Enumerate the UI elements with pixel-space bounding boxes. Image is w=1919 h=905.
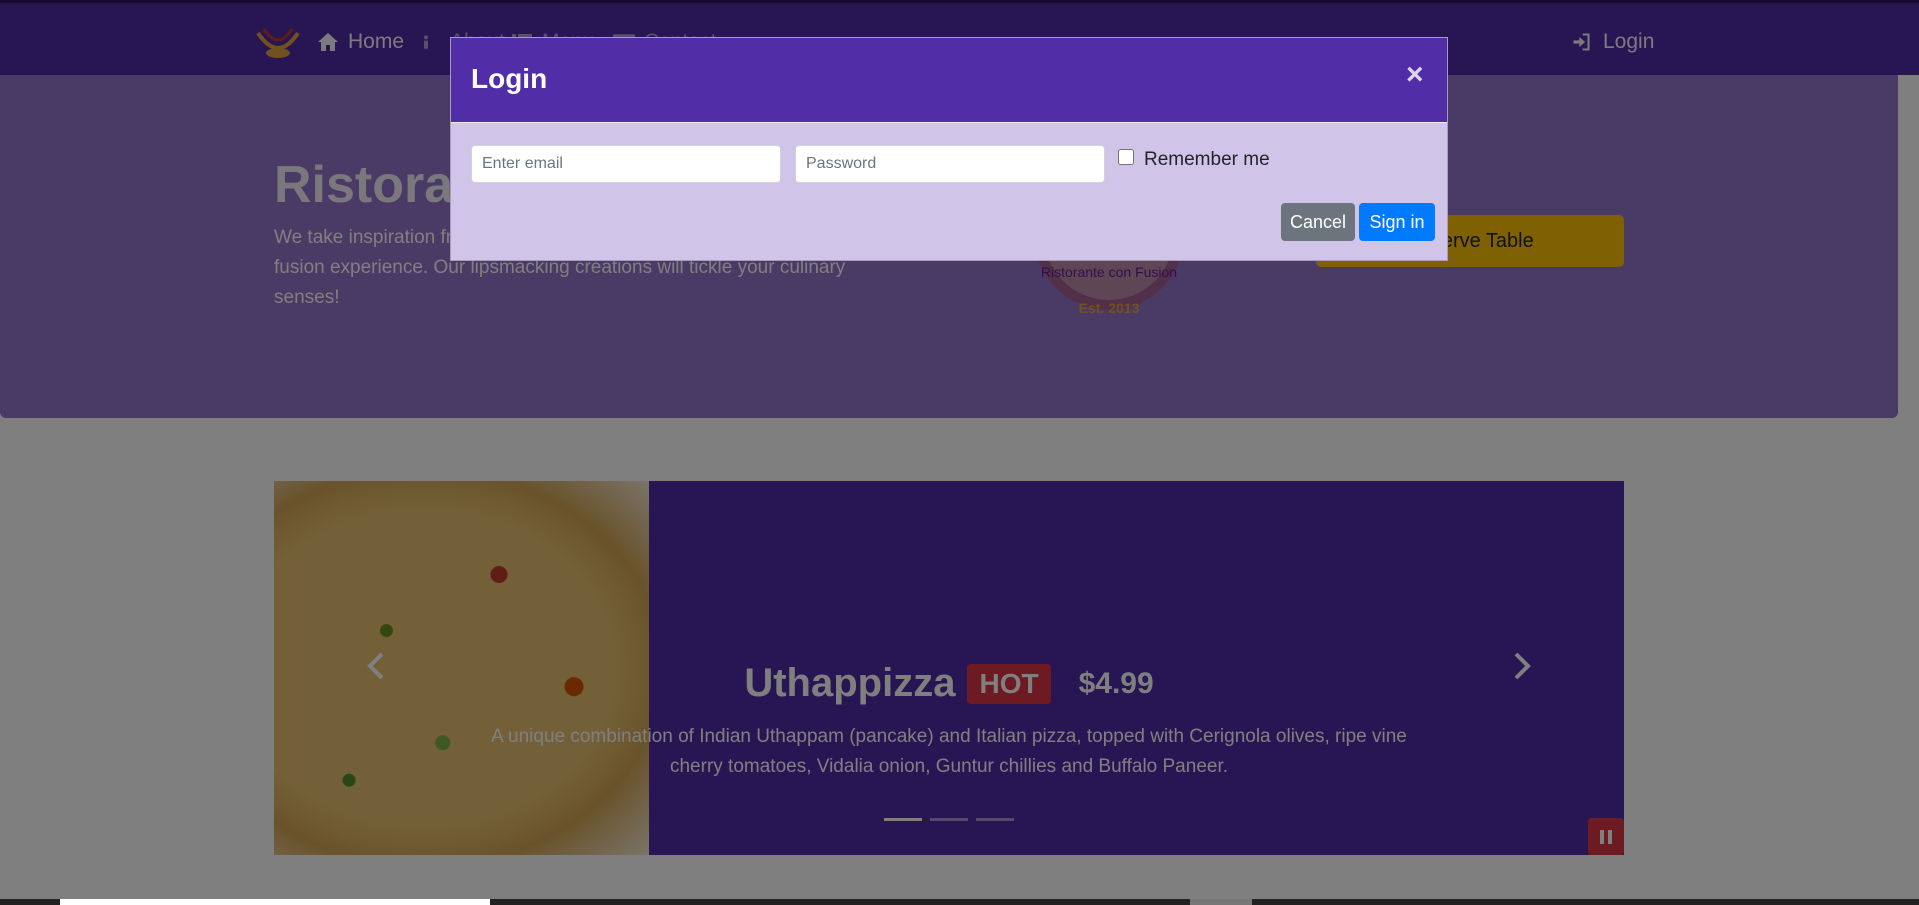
remember-me[interactable]: Remember me — [1118, 149, 1270, 171]
remember-me-checkbox[interactable] — [1118, 149, 1134, 165]
modal-header: Login × — [451, 38, 1447, 123]
modal-title: Login — [471, 63, 548, 94]
password-input[interactable] — [795, 145, 1105, 183]
email-input[interactable] — [471, 145, 781, 183]
cancel-button[interactable]: Cancel — [1281, 203, 1355, 241]
close-icon[interactable]: × — [1406, 60, 1424, 90]
remember-me-label: Remember me — [1144, 149, 1270, 170]
login-modal: Login × Remember me Cancel Sign in — [450, 37, 1448, 261]
sign-in-button[interactable]: Sign in — [1359, 203, 1435, 241]
bottom-bar — [0, 899, 1919, 905]
